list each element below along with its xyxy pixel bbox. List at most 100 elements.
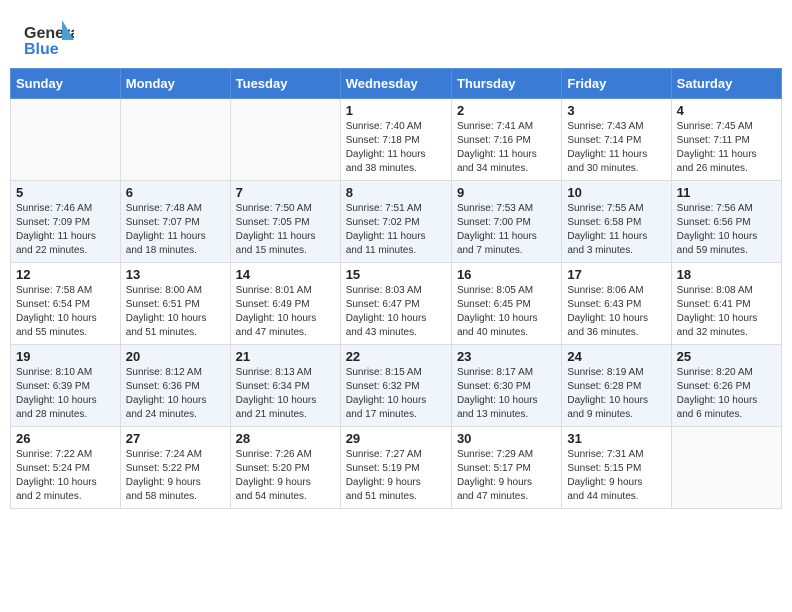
calendar-cell: 27 Sunrise: 7:24 AM Sunset: 5:22 PM Dayli… [120, 427, 230, 509]
day-info: Sunrise: 8:03 AM Sunset: 6:47 PM Dayligh… [346, 284, 446, 340]
calendar-week-row: 5 Sunrise: 7:46 AM Sunset: 7:09 PM Daylig… [11, 181, 782, 263]
day-number: 9 [457, 185, 556, 200]
day-number: 8 [346, 185, 446, 200]
day-info: Sunrise: 7:26 AM Sunset: 5:20 PM Dayligh… [236, 448, 335, 504]
day-info: Sunrise: 8:10 AM Sunset: 6:39 PM Dayligh… [16, 366, 115, 422]
day-number: 18 [677, 267, 776, 282]
logo-icon: General Blue [24, 18, 74, 62]
day-number: 22 [346, 349, 446, 364]
day-number: 27 [126, 431, 225, 446]
day-number: 16 [457, 267, 556, 282]
calendar-cell: 3 Sunrise: 7:43 AM Sunset: 7:14 PM Daylig… [562, 99, 671, 181]
calendar-wrapper: SundayMondayTuesdayWednesdayThursdayFrid… [0, 68, 792, 519]
day-number: 10 [567, 185, 665, 200]
day-info: Sunrise: 8:06 AM Sunset: 6:43 PM Dayligh… [567, 284, 665, 340]
day-number: 26 [16, 431, 115, 446]
day-info: Sunrise: 8:00 AM Sunset: 6:51 PM Dayligh… [126, 284, 225, 340]
day-info: Sunrise: 8:19 AM Sunset: 6:28 PM Dayligh… [567, 366, 665, 422]
calendar-table: SundayMondayTuesdayWednesdayThursdayFrid… [10, 68, 782, 509]
day-info: Sunrise: 7:29 AM Sunset: 5:17 PM Dayligh… [457, 448, 556, 504]
day-number: 17 [567, 267, 665, 282]
calendar-cell [671, 427, 781, 509]
calendar-week-row: 12 Sunrise: 7:58 AM Sunset: 6:54 PM Dayli… [11, 263, 782, 345]
calendar-cell: 30 Sunrise: 7:29 AM Sunset: 5:17 PM Dayli… [451, 427, 561, 509]
day-number: 5 [16, 185, 115, 200]
calendar-header-row: SundayMondayTuesdayWednesdayThursdayFrid… [11, 69, 782, 99]
day-info: Sunrise: 7:45 AM Sunset: 7:11 PM Dayligh… [677, 120, 776, 176]
day-number: 4 [677, 103, 776, 118]
calendar-cell: 22 Sunrise: 8:15 AM Sunset: 6:32 PM Dayli… [340, 345, 451, 427]
day-of-week-tuesday: Tuesday [230, 69, 340, 99]
day-info: Sunrise: 7:27 AM Sunset: 5:19 PM Dayligh… [346, 448, 446, 504]
svg-text:Blue: Blue [24, 41, 59, 58]
day-info: Sunrise: 7:48 AM Sunset: 7:07 PM Dayligh… [126, 202, 225, 258]
day-number: 30 [457, 431, 556, 446]
day-number: 23 [457, 349, 556, 364]
calendar-cell: 21Sunrise: 8:13 AM Sunset: 6:34 PM Dayli… [230, 345, 340, 427]
day-number: 6 [126, 185, 225, 200]
calendar-cell: 15 Sunrise: 8:03 AM Sunset: 6:47 PM Dayli… [340, 263, 451, 345]
calendar-cell: 17 Sunrise: 8:06 AM Sunset: 6:43 PM Dayli… [562, 263, 671, 345]
day-info: Sunrise: 8:17 AM Sunset: 6:30 PM Dayligh… [457, 366, 556, 422]
day-number: 13 [126, 267, 225, 282]
day-number: 11 [677, 185, 776, 200]
day-info: Sunrise: 8:20 AM Sunset: 6:26 PM Dayligh… [677, 366, 776, 422]
calendar-cell: 29 Sunrise: 7:27 AM Sunset: 5:19 PM Dayli… [340, 427, 451, 509]
calendar-cell: 9 Sunrise: 7:53 AM Sunset: 7:00 PM Daylig… [451, 181, 561, 263]
calendar-cell: 7 Sunrise: 7:50 AM Sunset: 7:05 PM Daylig… [230, 181, 340, 263]
calendar-week-row: 26 Sunrise: 7:22 AM Sunset: 5:24 PM Dayli… [11, 427, 782, 509]
day-info: Sunrise: 7:50 AM Sunset: 7:05 PM Dayligh… [236, 202, 335, 258]
day-number: 1 [346, 103, 446, 118]
day-number: 14 [236, 267, 335, 282]
day-number: 3 [567, 103, 665, 118]
day-info: Sunrise: 8:13 AM Sunset: 6:34 PM Dayligh… [236, 366, 335, 422]
day-number: 7 [236, 185, 335, 200]
day-info: Sunrise: 8:15 AM Sunset: 6:32 PM Dayligh… [346, 366, 446, 422]
day-number: 31 [567, 431, 665, 446]
day-of-week-thursday: Thursday [451, 69, 561, 99]
calendar-cell: 20Sunrise: 8:12 AM Sunset: 6:36 PM Dayli… [120, 345, 230, 427]
calendar-cell [11, 99, 121, 181]
day-info: Sunrise: 8:01 AM Sunset: 6:49 PM Dayligh… [236, 284, 335, 340]
day-info: Sunrise: 7:41 AM Sunset: 7:16 PM Dayligh… [457, 120, 556, 176]
day-info: Sunrise: 7:58 AM Sunset: 6:54 PM Dayligh… [16, 284, 115, 340]
day-info: Sunrise: 7:40 AM Sunset: 7:18 PM Dayligh… [346, 120, 446, 176]
day-info: Sunrise: 7:55 AM Sunset: 6:58 PM Dayligh… [567, 202, 665, 258]
page-header: General Blue [0, 0, 792, 68]
calendar-cell: 26 Sunrise: 7:22 AM Sunset: 5:24 PM Dayli… [11, 427, 121, 509]
day-number: 15 [346, 267, 446, 282]
day-number: 29 [346, 431, 446, 446]
day-of-week-monday: Monday [120, 69, 230, 99]
day-of-week-wednesday: Wednesday [340, 69, 451, 99]
calendar-cell: 2Sunrise: 7:41 AM Sunset: 7:16 PM Daylig… [451, 99, 561, 181]
calendar-cell: 18 Sunrise: 8:08 AM Sunset: 6:41 PM Dayli… [671, 263, 781, 345]
day-info: Sunrise: 7:51 AM Sunset: 7:02 PM Dayligh… [346, 202, 446, 258]
calendar-cell: 13 Sunrise: 8:00 AM Sunset: 6:51 PM Dayli… [120, 263, 230, 345]
day-number: 20 [126, 349, 225, 364]
calendar-cell: 24 Sunrise: 8:19 AM Sunset: 6:28 PM Dayli… [562, 345, 671, 427]
day-info: Sunrise: 7:46 AM Sunset: 7:09 PM Dayligh… [16, 202, 115, 258]
calendar-cell: 4 Sunrise: 7:45 AM Sunset: 7:11 PM Daylig… [671, 99, 781, 181]
calendar-week-row: 1 Sunrise: 7:40 AM Sunset: 7:18 PM Daylig… [11, 99, 782, 181]
calendar-cell: 1 Sunrise: 7:40 AM Sunset: 7:18 PM Daylig… [340, 99, 451, 181]
calendar-cell: 28Sunrise: 7:26 AM Sunset: 5:20 PM Dayli… [230, 427, 340, 509]
calendar-cell: 19 Sunrise: 8:10 AM Sunset: 6:39 PM Dayli… [11, 345, 121, 427]
day-number: 25 [677, 349, 776, 364]
day-info: Sunrise: 7:56 AM Sunset: 6:56 PM Dayligh… [677, 202, 776, 258]
calendar-week-row: 19 Sunrise: 8:10 AM Sunset: 6:39 PM Dayli… [11, 345, 782, 427]
logo: General Blue [24, 18, 74, 62]
day-info: Sunrise: 7:24 AM Sunset: 5:22 PM Dayligh… [126, 448, 225, 504]
day-number: 19 [16, 349, 115, 364]
day-info: Sunrise: 7:22 AM Sunset: 5:24 PM Dayligh… [16, 448, 115, 504]
day-info: Sunrise: 8:08 AM Sunset: 6:41 PM Dayligh… [677, 284, 776, 340]
day-of-week-saturday: Saturday [671, 69, 781, 99]
day-info: Sunrise: 7:43 AM Sunset: 7:14 PM Dayligh… [567, 120, 665, 176]
day-number: 24 [567, 349, 665, 364]
day-info: Sunrise: 7:31 AM Sunset: 5:15 PM Dayligh… [567, 448, 665, 504]
calendar-cell: 11 Sunrise: 7:56 AM Sunset: 6:56 PM Dayli… [671, 181, 781, 263]
day-info: Sunrise: 7:53 AM Sunset: 7:00 PM Dayligh… [457, 202, 556, 258]
calendar-cell: 6 Sunrise: 7:48 AM Sunset: 7:07 PM Daylig… [120, 181, 230, 263]
day-number: 12 [16, 267, 115, 282]
calendar-cell: 8 Sunrise: 7:51 AM Sunset: 7:02 PM Daylig… [340, 181, 451, 263]
calendar-cell: 10 Sunrise: 7:55 AM Sunset: 6:58 PM Dayli… [562, 181, 671, 263]
